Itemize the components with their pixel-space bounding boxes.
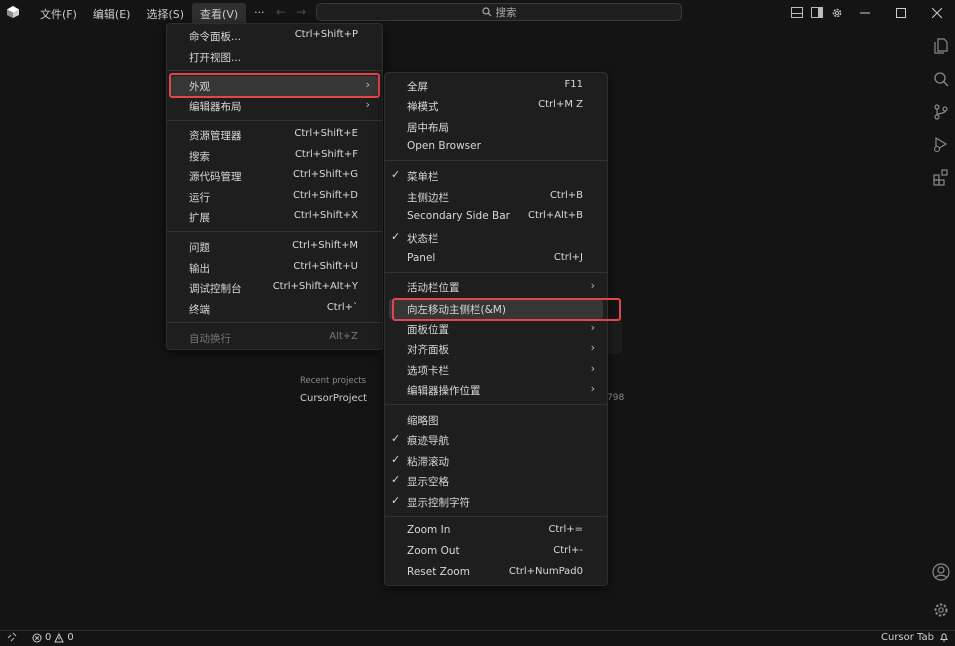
menu-separator [385, 272, 607, 273]
recent-projects-label: Recent projects [300, 376, 367, 386]
menu-item-activity-bar-position[interactable]: 活动栏位置 › [385, 277, 607, 297]
menu-item-editor-actions-position[interactable]: 编辑器操作位置 › [385, 380, 607, 400]
menu-item-centered-layout[interactable]: 居中布局 [385, 117, 607, 137]
menu-item-zoom-in[interactable]: Zoom In Ctrl+= [385, 521, 607, 541]
menu-item-render-whitespace[interactable]: ✓ 显示空格 [385, 471, 607, 491]
notifications-bell-icon[interactable] [939, 632, 949, 642]
menu-item-source-control[interactable]: 源代码管理 Ctrl+Shift+G [167, 166, 382, 186]
menu-item-explorer[interactable]: 资源管理器 Ctrl+Shift+E [167, 125, 382, 145]
menu-item-render-control-characters[interactable]: ✓ 显示控制字符 [385, 492, 607, 512]
command-center-search[interactable]: 搜索 [316, 3, 682, 21]
problems-indicator[interactable]: 0 0 [32, 632, 74, 643]
check-icon: ✓ [391, 230, 401, 243]
menu-item-align-panel[interactable]: 对齐面板 › [385, 339, 607, 359]
recent-project-link[interactable]: CursorProject [300, 393, 367, 404]
menu-item-run[interactable]: 运行 Ctrl+Shift+D [167, 187, 382, 207]
menu-item-open-browser[interactable]: Open Browser [385, 137, 607, 157]
chevron-right-icon: › [590, 341, 595, 354]
title-bar-controls [787, 0, 955, 25]
menu-item-problems[interactable]: 问题 Ctrl+Shift+M [167, 237, 382, 257]
menu-item-tab-bar[interactable]: 选项卡栏 › [385, 360, 607, 380]
menu-item-output[interactable]: 输出 Ctrl+Shift+U [167, 258, 382, 278]
minimize-icon[interactable] [847, 8, 883, 18]
check-icon: ✓ [391, 473, 401, 486]
menu-more-button[interactable]: ··· [246, 3, 273, 25]
search-icon [481, 7, 491, 17]
menu-separator [385, 516, 607, 517]
annotation-highlight-move-sidebar [392, 298, 621, 321]
menu-separator [167, 231, 382, 232]
menu-separator [167, 120, 382, 121]
warning-count: 0 [67, 632, 74, 643]
menu-item-menu-bar[interactable]: ✓ 菜单栏 [385, 166, 607, 186]
explorer-files-icon[interactable] [932, 37, 950, 55]
menu-separator [167, 322, 382, 323]
close-icon[interactable] [919, 7, 955, 18]
menu-item-zoom-out[interactable]: Zoom Out Ctrl+- [385, 542, 607, 562]
activity-bar [927, 25, 955, 630]
maximize-icon[interactable] [883, 7, 919, 18]
menu-item-primary-sidebar[interactable]: 主侧边栏 Ctrl+B [385, 187, 607, 207]
menu-item-fullscreen[interactable]: 全屏 F11 [385, 76, 607, 96]
menu-item-zen-mode[interactable]: 禅模式 Ctrl+M Z [385, 96, 607, 116]
check-icon: ✓ [391, 453, 401, 466]
account-icon[interactable] [932, 563, 950, 581]
menu-bar: 文件(F) 编辑(E) 选择(S) 查看(V) ··· [32, 3, 273, 25]
menu-view[interactable]: 查看(V) [192, 3, 247, 25]
check-icon: ✓ [391, 168, 401, 181]
menu-edit[interactable]: 编辑(E) [85, 3, 139, 25]
run-debug-icon[interactable] [932, 135, 950, 153]
menu-item-breadcrumbs[interactable]: ✓ 痕迹导航 [385, 430, 607, 450]
menu-item-sticky-scroll[interactable]: ✓ 粘滞滚动 [385, 451, 607, 471]
settings-gear-icon[interactable] [827, 7, 847, 19]
appearance-submenu: 全屏 F11 禅模式 Ctrl+M Z 居中布局 Open Browser ✓ 菜单栏… [384, 72, 608, 586]
nav-arrows: ← → [276, 5, 316, 19]
menu-item-extensions[interactable]: 扩展 Ctrl+Shift+X [167, 207, 382, 227]
error-count: 0 [45, 632, 52, 643]
error-icon [32, 633, 42, 642]
check-icon: ✓ [391, 494, 401, 507]
annotation-highlight-appearance [169, 73, 380, 98]
chevron-right-icon: › [590, 279, 595, 292]
menu-item-reset-zoom[interactable]: Reset Zoom Ctrl+NumPad0 [385, 563, 607, 583]
menu-selection[interactable]: 选择(S) [138, 3, 192, 25]
menu-item-terminal[interactable]: 终端 Ctrl+` [167, 299, 382, 319]
menu-item-open-view[interactable]: 打开视图... [167, 47, 382, 67]
menu-item-debug-console[interactable]: 调试控制台 Ctrl+Shift+Alt+Y [167, 278, 382, 298]
search-icon[interactable] [932, 70, 950, 88]
menu-item-panel[interactable]: Panel Ctrl+J [385, 249, 607, 269]
chevron-right-icon: › [590, 362, 595, 375]
toggle-secondary-sidebar-icon[interactable] [807, 7, 827, 18]
search-label: 搜索 [495, 6, 517, 19]
back-arrow-icon[interactable]: ← [276, 5, 286, 19]
menu-item-secondary-sidebar[interactable]: Secondary Side Bar Ctrl+Alt+B [385, 207, 607, 227]
recent-project-path: 798 [607, 393, 625, 403]
menu-separator [385, 160, 607, 161]
menu-file[interactable]: 文件(F) [32, 3, 85, 25]
warning-icon [54, 632, 65, 642]
manage-gear-icon[interactable] [932, 601, 950, 619]
cursor-logo-icon [7, 6, 19, 18]
menu-item-minimap[interactable]: 缩略图 [385, 410, 607, 430]
menu-item-status-bar[interactable]: ✓ 状态栏 [385, 228, 607, 248]
chevron-right-icon: › [590, 321, 595, 334]
menu-item-editor-layout[interactable]: 编辑器布局 › [167, 96, 382, 116]
source-control-icon[interactable] [932, 103, 950, 121]
cursor-tab-status[interactable]: Cursor Tab [881, 632, 934, 643]
chevron-right-icon: › [590, 382, 595, 395]
title-bar: 文件(F) 编辑(E) 选择(S) 查看(V) ··· ← → 搜索 [0, 0, 955, 25]
menu-item-panel-position[interactable]: 面板位置 › [385, 319, 607, 339]
toggle-panel-icon[interactable] [787, 7, 807, 18]
status-bar: 0 0 Cursor Tab [0, 630, 955, 646]
menu-separator [167, 70, 382, 71]
chevron-right-icon: › [365, 98, 370, 111]
check-icon: ✓ [391, 432, 401, 445]
menu-item-search[interactable]: 搜索 Ctrl+Shift+F [167, 146, 382, 166]
forward-arrow-icon[interactable]: → [296, 5, 306, 19]
extensions-icon[interactable] [932, 168, 950, 186]
menu-separator [385, 404, 607, 405]
menu-item-word-wrap[interactable]: 自动换行 Alt+Z [167, 328, 382, 348]
menu-item-command-palette[interactable]: 命令面板... Ctrl+Shift+P [167, 26, 382, 46]
remote-indicator-icon[interactable] [7, 632, 17, 642]
